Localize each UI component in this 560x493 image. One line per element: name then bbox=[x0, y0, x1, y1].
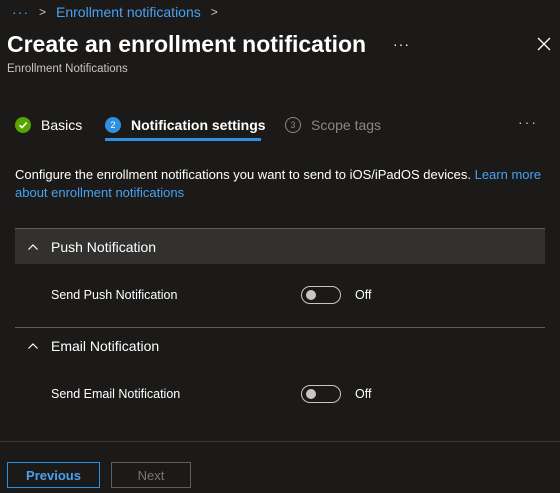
checkmark-icon bbox=[15, 117, 31, 133]
email-notification-section-header[interactable]: Email Notification bbox=[15, 327, 545, 363]
toggle-knob bbox=[306, 290, 316, 300]
toggle-knob bbox=[306, 389, 316, 399]
page-subtitle: Enrollment Notifications bbox=[7, 63, 128, 75]
chevron-up-icon bbox=[28, 243, 38, 250]
footer-divider bbox=[0, 441, 560, 442]
tabs-more-icon[interactable]: ··· bbox=[518, 114, 538, 130]
tab-label: Notification settings bbox=[131, 117, 266, 133]
close-icon[interactable] bbox=[536, 36, 552, 52]
chevron-up-icon bbox=[28, 342, 38, 349]
active-tab-indicator bbox=[105, 138, 261, 141]
breadcrumb-more-icon[interactable]: ··· bbox=[12, 4, 29, 20]
section-title: Email Notification bbox=[51, 337, 160, 354]
tab-label: Scope tags bbox=[311, 117, 382, 133]
send-email-notification-toggle[interactable] bbox=[301, 385, 341, 403]
send-email-notification-label: Send Email Notification bbox=[51, 387, 181, 401]
tab-label: Basics bbox=[41, 117, 83, 133]
send-push-notification-toggle[interactable] bbox=[301, 286, 341, 304]
breadcrumb-separator: > bbox=[210, 5, 218, 19]
previous-button[interactable]: Previous bbox=[7, 462, 100, 488]
step-number-icon: 3 bbox=[285, 117, 301, 133]
email-toggle-state: Off bbox=[355, 387, 372, 401]
tab-basics[interactable]: Basics bbox=[15, 112, 82, 138]
breadcrumb-separator: > bbox=[39, 5, 47, 19]
push-toggle-state: Off bbox=[355, 288, 372, 302]
next-button[interactable]: Next bbox=[111, 462, 191, 488]
more-options-icon[interactable]: ··· bbox=[393, 36, 410, 52]
tab-scope-tags[interactable]: 3 Scope tags bbox=[285, 112, 381, 138]
step-number-icon: 2 bbox=[105, 117, 121, 133]
breadcrumb: ··· > Enrollment notifications > bbox=[12, 2, 228, 22]
section-title: Push Notification bbox=[51, 238, 157, 255]
description-text: Configure the enrollment notifications y… bbox=[15, 167, 475, 182]
breadcrumb-link-enrollment-notifications[interactable]: Enrollment notifications bbox=[56, 4, 201, 20]
tab-notification-settings[interactable]: 2 Notification settings bbox=[105, 112, 266, 138]
page-title: Create an enrollment notification bbox=[7, 31, 367, 57]
push-notification-section-header[interactable]: Push Notification bbox=[15, 228, 545, 264]
send-push-notification-label: Send Push Notification bbox=[51, 288, 178, 302]
description: Configure the enrollment notifications y… bbox=[15, 166, 545, 202]
